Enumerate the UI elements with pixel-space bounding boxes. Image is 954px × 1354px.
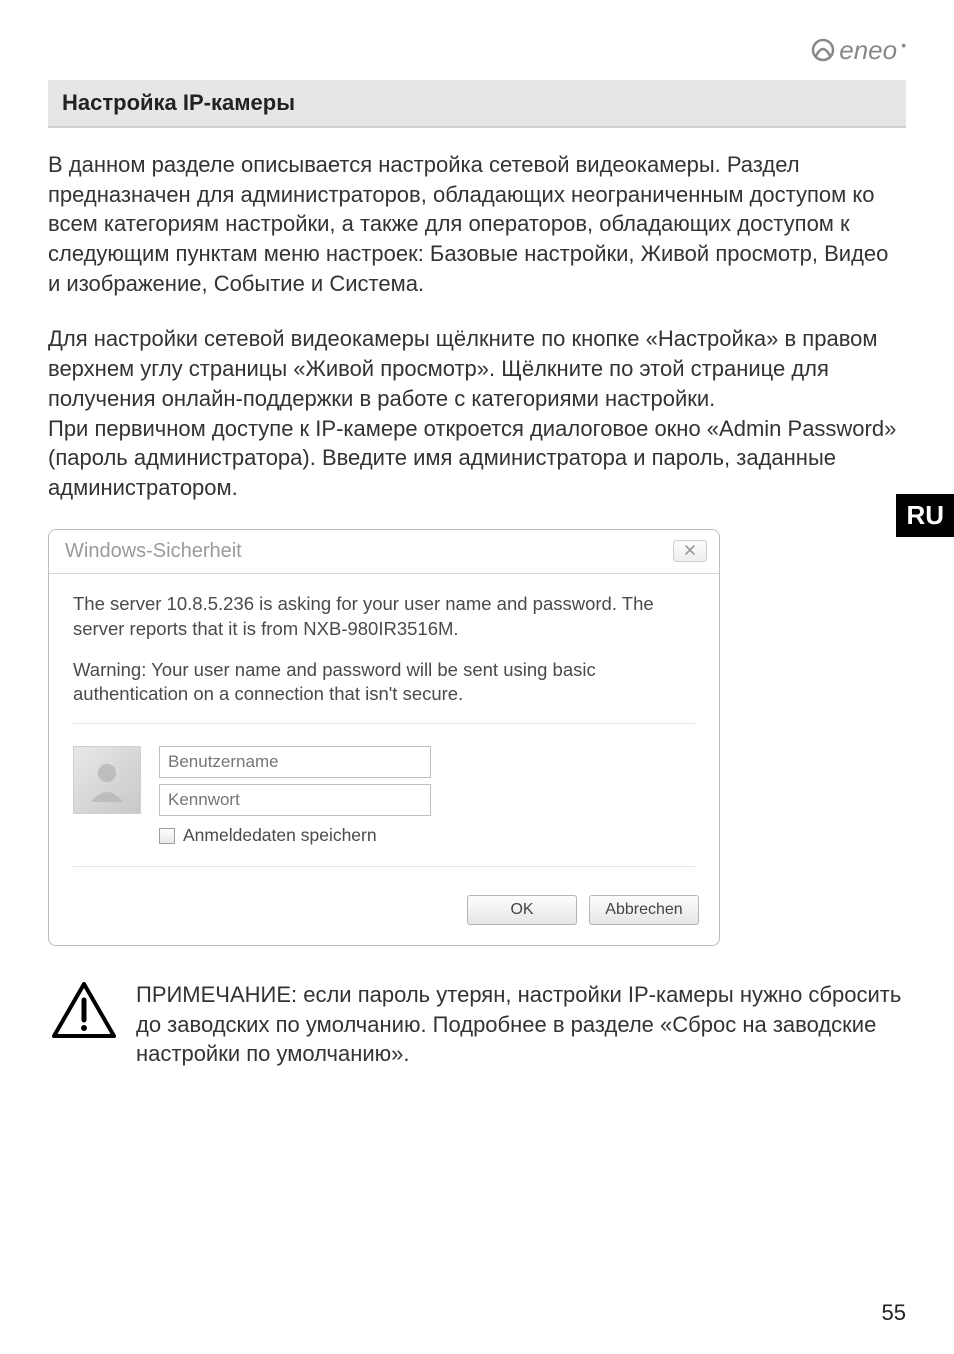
logo-dot: • bbox=[901, 37, 906, 53]
dialog-body: The server 10.8.5.236 is asking for your… bbox=[49, 573, 719, 880]
intro-paragraph-2: Для настройки сетевой видеокамеры щёлкни… bbox=[48, 324, 906, 502]
section-title: Настройка IP-камеры bbox=[48, 80, 906, 128]
close-button[interactable] bbox=[673, 540, 707, 562]
remember-row: Anmeldedaten speichern bbox=[159, 824, 431, 848]
remember-checkbox[interactable] bbox=[159, 828, 175, 844]
note-row: ПРИМЕЧАНИЕ: если пароль утерян, настройк… bbox=[48, 980, 906, 1069]
auth-dialog: Windows-Sicherheit The server 10.8.5.236… bbox=[48, 529, 720, 947]
credentials-row: Anmeldedaten speichern bbox=[73, 723, 695, 867]
close-icon bbox=[684, 543, 696, 560]
ok-button-label: OK bbox=[510, 901, 533, 919]
page-number: 55 bbox=[882, 1300, 906, 1326]
intro-paragraph-1: В данном разделе описывается настройка с… bbox=[48, 150, 906, 298]
logo-text: eneo bbox=[839, 35, 897, 66]
user-avatar-icon bbox=[73, 746, 141, 814]
dialog-button-row: OK Abbrechen bbox=[49, 879, 719, 945]
warning-icon bbox=[52, 982, 116, 1038]
dialog-title: Windows-Sicherheit bbox=[65, 540, 242, 563]
brand-logo: eneo • bbox=[811, 35, 906, 66]
ok-button[interactable]: OK bbox=[467, 895, 577, 925]
username-input[interactable] bbox=[159, 746, 431, 778]
language-tab: RU bbox=[896, 494, 954, 537]
logo-mark-icon bbox=[811, 38, 835, 62]
credential-fields: Anmeldedaten speichern bbox=[159, 746, 431, 848]
cancel-button-label: Abbrechen bbox=[605, 901, 682, 919]
remember-label: Anmeldedaten speichern bbox=[183, 824, 377, 848]
password-input[interactable] bbox=[159, 784, 431, 816]
dialog-message-2: Warning: Your user name and password wil… bbox=[73, 658, 695, 708]
dialog-titlebar: Windows-Sicherheit bbox=[49, 530, 719, 573]
header-row: eneo • bbox=[48, 28, 906, 72]
note-text: ПРИМЕЧАНИЕ: если пароль утерян, настройк… bbox=[136, 980, 902, 1069]
dialog-message-1: The server 10.8.5.236 is asking for your… bbox=[73, 592, 695, 642]
cancel-button[interactable]: Abbrechen bbox=[589, 895, 699, 925]
